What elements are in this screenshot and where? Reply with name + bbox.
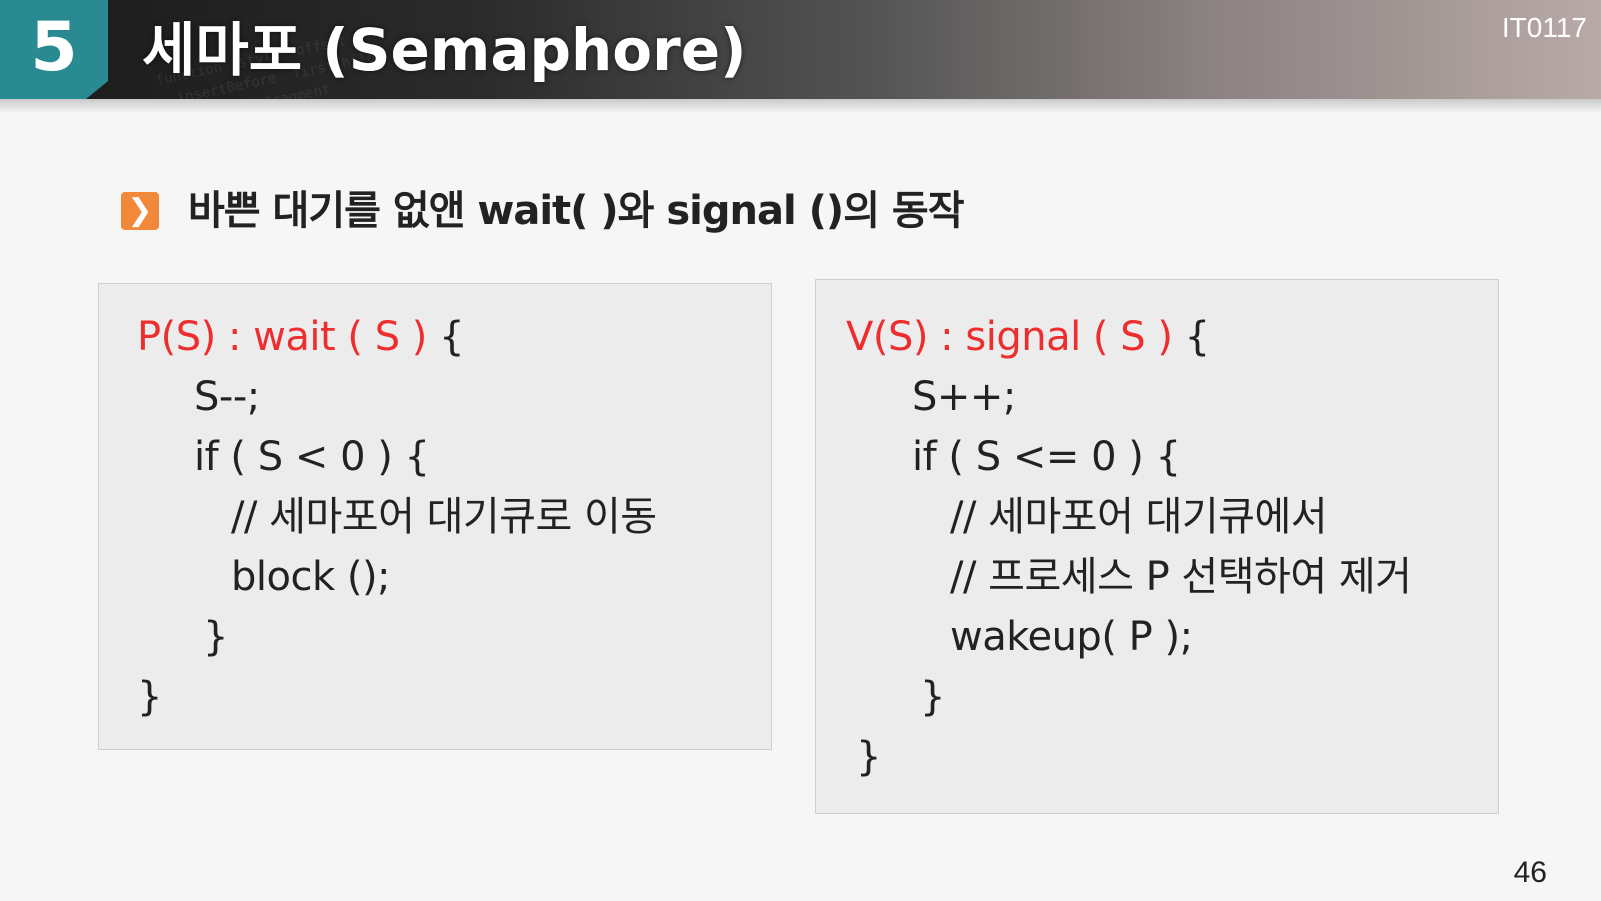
signal-code-box: V(S) : signal ( S ) { S++; if ( S <= 0 )… <box>815 279 1499 814</box>
code-line: if ( S <= 0 ) { <box>912 434 1181 480</box>
open-brace: { <box>426 314 465 360</box>
header-shadow <box>0 99 1601 113</box>
code-comment: // 프로세스 P 선택하여 제거 <box>950 554 1412 600</box>
slide-title: 세마포 (Semaphore) <box>142 16 747 84</box>
course-code: IT0117 <box>1501 12 1587 43</box>
header-bar: function style offset insertBefore first… <box>0 0 1601 99</box>
slide-subtitle: 바쁜 대기를 없앤 wait( )와 signal ()의 동작 <box>188 188 965 234</box>
code-comment: // 세마포어 대기큐에서 <box>950 494 1328 540</box>
page-number: 46 <box>1513 856 1547 889</box>
wait-signature: P(S) : wait ( S ) <box>137 314 427 360</box>
section-number-box: 5 <box>0 0 108 99</box>
code-line: V(S) : signal ( S ) { <box>846 312 1210 362</box>
code-line: } <box>203 614 228 660</box>
wait-code-box: P(S) : wait ( S ) { S--; if ( S < 0 ) { … <box>98 283 772 750</box>
code-line: } <box>137 674 162 720</box>
code-comment: // 세마포어 대기큐로 이동 <box>231 494 657 540</box>
code-line: S++; <box>912 374 1016 420</box>
signal-signature: V(S) : signal ( S ) <box>846 314 1173 360</box>
code-line: block (); <box>231 554 391 600</box>
code-line: S--; <box>194 374 260 420</box>
code-line: } <box>856 734 881 780</box>
code-line: if ( S < 0 ) { <box>194 434 430 480</box>
open-brace: { <box>1172 314 1210 360</box>
code-line: P(S) : wait ( S ) { <box>137 312 465 362</box>
code-line: wakeup( P ); <box>950 614 1193 660</box>
chevron-right-icon: ❯ <box>121 192 159 230</box>
code-line: } <box>920 674 945 720</box>
section-number: 5 <box>30 8 78 87</box>
